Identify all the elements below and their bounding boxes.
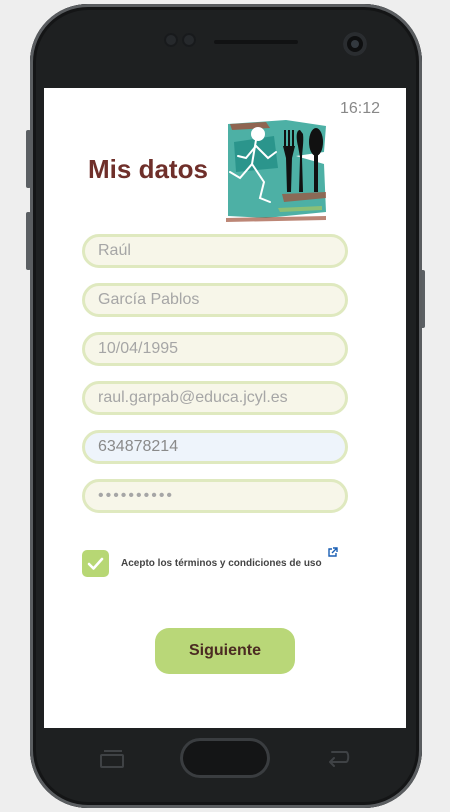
app-screen: 16:12 Mis datos Raúl García Pablos 10/04…	[44, 88, 406, 728]
sensor-icon	[164, 30, 198, 50]
email-input[interactable]	[82, 381, 348, 415]
runner-cutlery-logo-icon	[226, 120, 328, 222]
earpiece-speaker	[214, 40, 298, 44]
page-title: Mis datos	[88, 154, 208, 184]
system-nav-bar	[44, 730, 406, 790]
status-time: 16:12	[339, 100, 380, 117]
password-input[interactable]	[82, 479, 348, 513]
home-button[interactable]	[180, 738, 270, 778]
next-button[interactable]: Siguiente	[155, 628, 295, 674]
terms-checkbox[interactable]	[82, 550, 109, 577]
back-icon[interactable]	[324, 748, 352, 768]
external-link-icon[interactable]	[327, 547, 338, 558]
last-name-input[interactable]	[82, 283, 348, 317]
first-name-input[interactable]	[82, 234, 348, 268]
birth-date-input[interactable]	[82, 332, 348, 366]
terms-label: Acepto los términos y condiciones de uso	[121, 558, 322, 569]
phone-input[interactable]	[82, 430, 348, 464]
front-camera-icon	[343, 32, 367, 56]
check-icon	[87, 557, 104, 570]
recent-apps-icon[interactable]	[100, 750, 124, 768]
